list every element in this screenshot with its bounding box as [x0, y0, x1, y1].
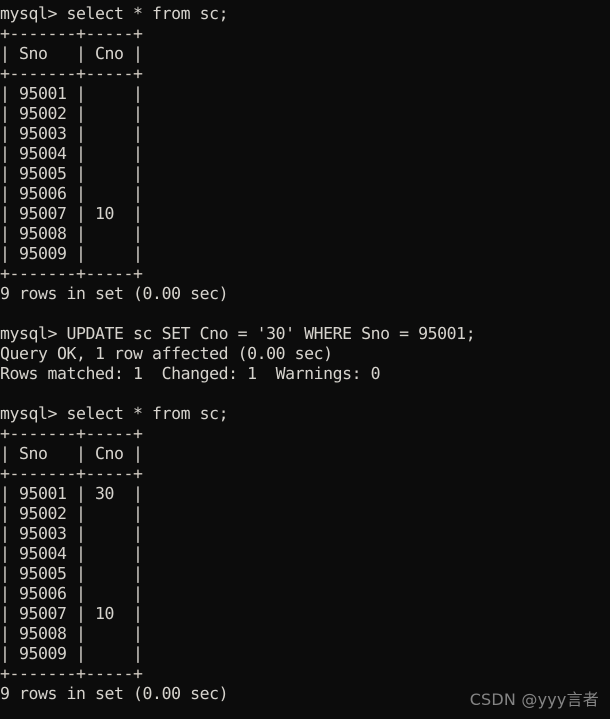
terminal-line: +-------+-----+: [0, 664, 143, 683]
terminal-line: | 95007 | 10 |: [0, 204, 143, 223]
terminal-line: | 95007 | 10 |: [0, 604, 143, 623]
terminal-line: +-------+-----+: [0, 264, 143, 283]
terminal-line: | 95009 | |: [0, 644, 143, 663]
terminal-line: | 95005 | |: [0, 164, 143, 183]
terminal-line: +-------+-----+: [0, 24, 143, 43]
terminal-line: | 95009 | |: [0, 244, 143, 263]
terminal-line: 9 rows in set (0.00 sec): [0, 284, 229, 303]
terminal-line: | Sno | Cno |: [0, 444, 143, 463]
terminal-line: | 95002 | |: [0, 104, 143, 123]
terminal-line: | 95001 | |: [0, 84, 143, 103]
terminal-screen[interactable]: mysql> select * from sc; +-------+-----+…: [0, 4, 610, 704]
terminal-line: | 95004 | |: [0, 544, 143, 563]
terminal-line: | 95003 | |: [0, 124, 143, 143]
terminal-line: | 95003 | |: [0, 524, 143, 543]
terminal-window[interactable]: mysql> select * from sc; +-------+-----+…: [0, 0, 610, 719]
terminal-line: | 95008 | |: [0, 624, 143, 643]
terminal-line: Query OK, 1 row affected (0.00 sec): [0, 344, 333, 363]
terminal-line: +-------+-----+: [0, 464, 143, 483]
terminal-line: mysql> select * from sc;: [0, 404, 229, 423]
csdn-watermark: CSDN @yyy言者: [469, 690, 599, 709]
terminal-line: | 95005 | |: [0, 564, 143, 583]
terminal-line: +-------+-----+: [0, 424, 143, 443]
terminal-line: | 95002 | |: [0, 504, 143, 523]
terminal-line: mysql> UPDATE sc SET Cno = '30' WHERE Sn…: [0, 324, 476, 343]
terminal-line: +-------+-----+: [0, 64, 143, 83]
terminal-line: Rows matched: 1 Changed: 1 Warnings: 0: [0, 364, 381, 383]
terminal-line: | 95004 | |: [0, 144, 143, 163]
terminal-line: | Sno | Cno |: [0, 44, 143, 63]
terminal-line: | 95006 | |: [0, 584, 143, 603]
terminal-line: | 95008 | |: [0, 224, 143, 243]
terminal-line: mysql> select * from sc;: [0, 4, 229, 23]
terminal-line: | 95006 | |: [0, 184, 143, 203]
terminal-line: | 95001 | 30 |: [0, 484, 143, 503]
